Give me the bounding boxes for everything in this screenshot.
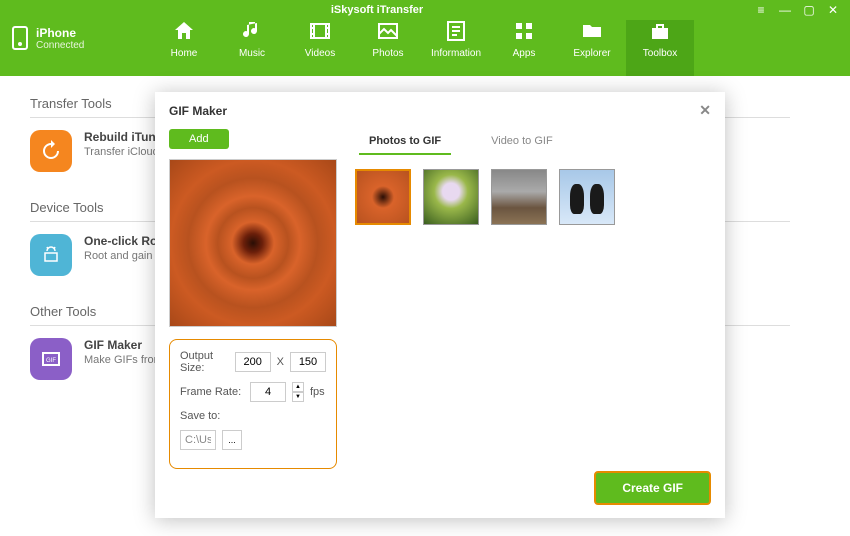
apps-icon: [511, 18, 537, 44]
device-name: iPhone: [36, 26, 84, 40]
save-path-input[interactable]: [180, 430, 216, 450]
rebuild-icon: [30, 130, 72, 172]
browse-button[interactable]: ...: [222, 430, 242, 450]
gif-maker-modal: GIF Maker ✕ Add Output Size: X Frame Rat…: [155, 92, 725, 518]
music-icon: [239, 18, 265, 44]
home-icon: [171, 18, 197, 44]
video-icon: [307, 18, 333, 44]
maximize-icon[interactable]: ▢: [802, 3, 816, 17]
modal-title: GIF Maker: [169, 104, 227, 118]
frame-rate-label: Frame Rate:: [180, 386, 244, 398]
folder-icon: [579, 18, 605, 44]
settings-panel: Output Size: X Frame Rate: ▲ ▼ fps Save …: [169, 339, 337, 469]
save-to-label: Save to:: [180, 410, 244, 422]
create-gif-button[interactable]: Create GIF: [594, 471, 711, 505]
tab-photos-to-gif[interactable]: Photos to GIF: [359, 129, 451, 155]
preview-image: [169, 159, 337, 327]
tab-video-to-gif[interactable]: Video to GIF: [481, 129, 563, 155]
gif-icon: GIF: [30, 338, 72, 380]
output-size-label: Output Size:: [180, 350, 229, 374]
thumbnail-2[interactable]: [423, 169, 479, 225]
photo-icon: [375, 18, 401, 44]
frame-rate-input[interactable]: [250, 382, 286, 402]
add-button[interactable]: Add: [169, 129, 229, 149]
menu-icon[interactable]: ≡: [754, 3, 768, 17]
toolbox-icon: [647, 18, 673, 44]
close-window-icon[interactable]: ✕: [826, 3, 840, 17]
device-status: Connected: [36, 40, 84, 51]
app-title: iSkysoft iTransfer: [0, 4, 754, 16]
minimize-icon[interactable]: —: [778, 3, 792, 17]
output-height-input[interactable]: [290, 352, 326, 372]
close-icon[interactable]: ✕: [699, 102, 711, 119]
svg-text:GIF: GIF: [46, 358, 56, 364]
thumbnail-4[interactable]: [559, 169, 615, 225]
output-width-input[interactable]: [235, 352, 271, 372]
thumbnail-3[interactable]: [491, 169, 547, 225]
thumbnail-1[interactable]: [355, 169, 411, 225]
frame-rate-down[interactable]: ▼: [292, 392, 304, 402]
frame-rate-up[interactable]: ▲: [292, 382, 304, 392]
info-icon: [443, 18, 469, 44]
android-icon: [30, 234, 72, 276]
phone-icon: [12, 26, 28, 50]
